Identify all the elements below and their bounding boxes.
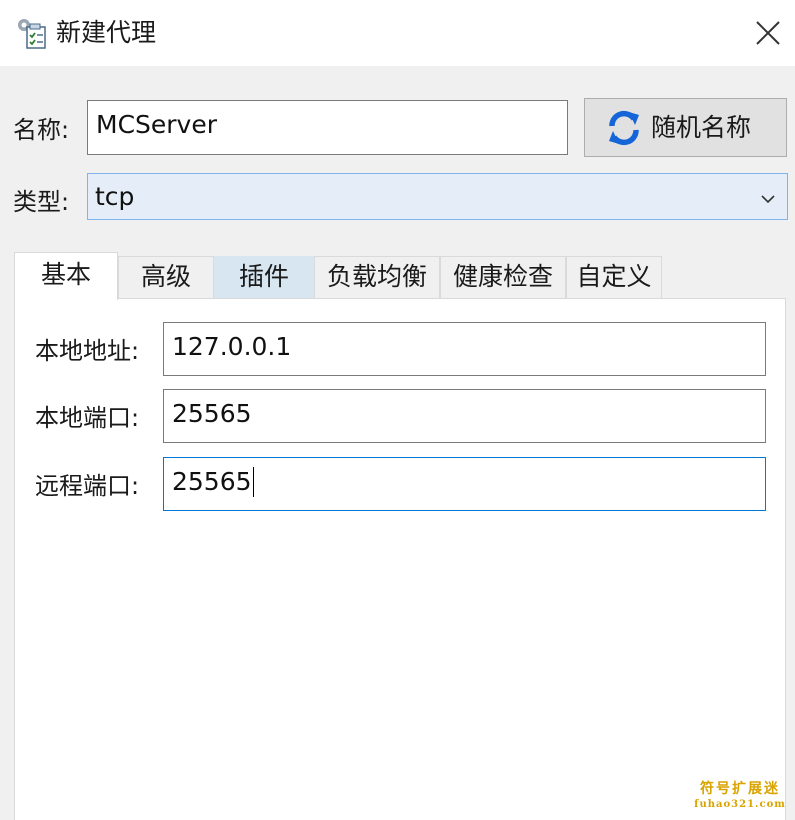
close-icon [742,21,792,60]
random-name-button-label: 随机名称 [651,113,752,142]
chevron-down-icon [760,190,776,204]
tab-advanced[interactable]: 高级 [118,256,214,298]
random-name-button[interactable]: 随机名称 [584,98,787,157]
tab-label: 健康检查 [452,262,553,291]
tab-health-check[interactable]: 健康检查 [440,256,566,298]
basic-tab-panel: 本地地址: 127.0.0.1 本地端口: 25565 远程端口: 25565 [14,298,786,820]
watermark-title: 符号扩展迷 [700,781,780,797]
tab-label: 负载均衡 [326,262,427,291]
tab-label: 插件 [238,262,289,291]
tab-basic[interactable]: 基本 [14,252,118,300]
local-port-label: 本地端口: [35,404,140,432]
local-address-value: 127.0.0.1 [172,332,292,361]
name-input[interactable]: MCServer [87,100,568,155]
local-port-value: 25565 [172,399,252,428]
tab-label: 高级 [140,262,191,291]
site-watermark: 符号扩展迷 fuhao321.com [690,780,790,812]
tab-label: 自定义 [576,262,652,291]
new-proxy-dialog: 新建代理 名称: MCServer 随机名称 类型: tcp 基本 高级 插件 … [0,0,795,820]
tab-load-balance[interactable]: 负载均衡 [314,256,440,298]
dialog-title: 新建代理 [56,18,157,47]
type-label: 类型: [13,188,70,216]
title-bar: 新建代理 [0,0,795,66]
remote-port-value: 25565 [172,467,252,496]
local-port-input[interactable]: 25565 [163,389,766,443]
type-select-value: tcp [95,182,135,211]
remote-port-input[interactable]: 25565 [163,457,766,511]
tab-plugins[interactable]: 插件 [214,256,314,298]
remote-port-label: 远程端口: [35,472,140,500]
type-select[interactable]: tcp [87,173,788,220]
text-caret [252,467,254,497]
proxy-config-icon [16,16,48,50]
local-address-label: 本地地址: [35,337,140,365]
tab-custom[interactable]: 自定义 [566,256,662,298]
name-label: 名称: [13,116,70,144]
watermark-url: fuhao321.com [694,799,786,810]
tab-label: 基本 [40,260,91,289]
close-button[interactable] [742,10,792,56]
refresh-icon [605,109,643,147]
name-input-value: MCServer [96,110,218,139]
local-address-input[interactable]: 127.0.0.1 [163,322,766,376]
